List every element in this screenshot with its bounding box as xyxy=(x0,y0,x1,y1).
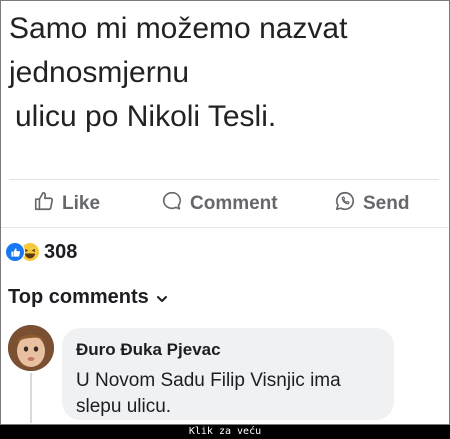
send-button[interactable]: Send xyxy=(334,187,409,221)
chevron-down-icon xyxy=(149,286,168,309)
action-bar: Like Comment Send xyxy=(1,187,449,223)
post-text-line-3: ulicu po Nikoli Tesli. xyxy=(15,100,277,133)
comment-text: U Novom Sadu Filip Visnjic ima slepu uli… xyxy=(76,370,341,417)
like-label: Like xyxy=(62,193,101,214)
like-reaction-icon xyxy=(5,242,25,262)
like-button[interactable]: Like xyxy=(33,187,100,221)
post-text-line-2: jednosmjernu xyxy=(9,56,190,89)
comment-label: Comment xyxy=(190,193,278,214)
comment-author[interactable]: Đuro Đuka Pjevac xyxy=(76,340,221,360)
whatsapp-icon xyxy=(334,190,363,218)
send-label: Send xyxy=(363,193,410,214)
thread-line xyxy=(30,373,32,423)
top-comments-dropdown[interactable]: Top comments xyxy=(8,286,168,309)
comment-bubble-icon xyxy=(161,190,190,218)
footer-caption[interactable]: Klik za veću xyxy=(0,425,450,439)
avatar[interactable] xyxy=(8,325,54,371)
divider xyxy=(9,179,439,180)
post-text-line-1: Samo mi možemo nazvat xyxy=(9,12,348,45)
reactions-summary[interactable]: 308 xyxy=(5,241,77,263)
reaction-count: 308 xyxy=(44,240,78,263)
post-text: Samo mi možemo nazvat jednosmjernu ulicu… xyxy=(9,7,439,139)
comment-bubble: Đuro Đuka Pjevac U Novom Sadu Filip Visn… xyxy=(62,328,394,420)
comment-button[interactable]: Comment xyxy=(161,187,278,221)
divider xyxy=(1,227,449,228)
top-comments-label: Top comments xyxy=(8,286,149,308)
facebook-post: Samo mi možemo nazvat jednosmjernu ulicu… xyxy=(0,0,450,425)
thumbs-up-icon xyxy=(33,190,62,218)
